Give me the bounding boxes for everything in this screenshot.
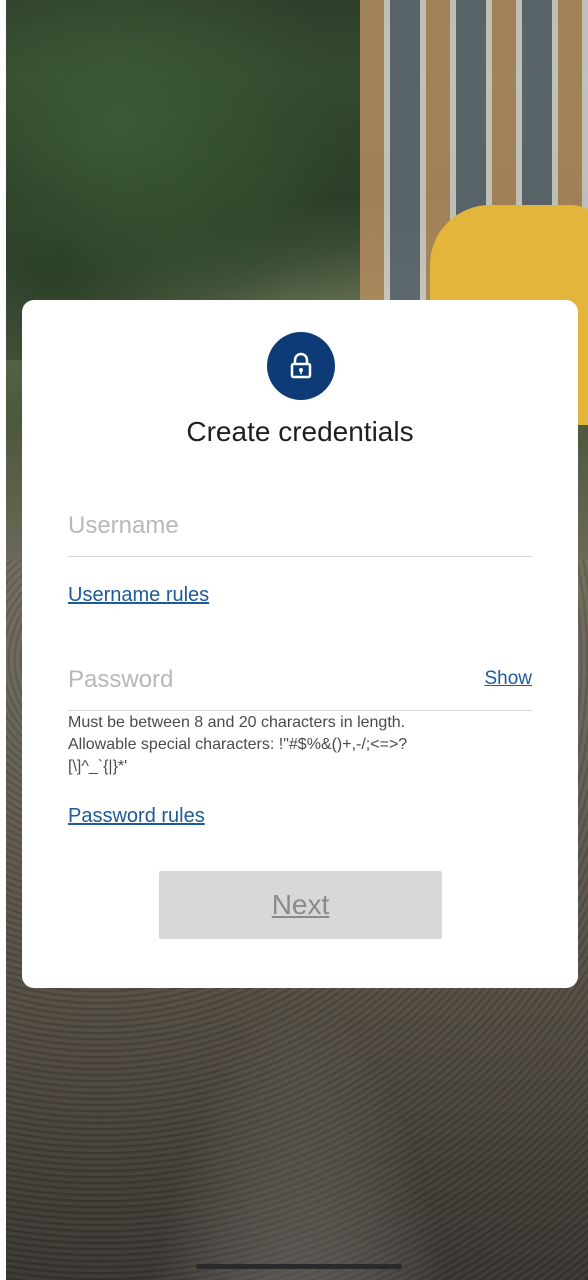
page-title: Create credentials — [186, 416, 414, 447]
lock-icon — [290, 352, 312, 379]
screen-edge — [0, 0, 6, 1280]
credentials-card: Create credentials Username Username rul… — [22, 300, 578, 988]
lock-badge — [267, 332, 335, 400]
show-password-toggle[interactable]: Show — [484, 668, 532, 690]
password-field[interactable]: Password Show — [68, 654, 532, 711]
username-field[interactable]: Username — [68, 500, 532, 557]
next-button[interactable]: Next — [159, 871, 442, 939]
password-hint-line2: Allowable special characters: !"#$%&()+,… — [68, 736, 408, 753]
password-hint-line3: [\]^_`{|}*' — [68, 758, 128, 775]
password-hint-line1: Must be between 8 and 20 characters in l… — [68, 714, 406, 731]
username-rules-link[interactable]: Username rules — [68, 584, 209, 607]
password-placeholder: Password — [68, 666, 174, 693]
username-placeholder: Username — [68, 512, 179, 539]
password-rules-link[interactable]: Password rules — [68, 805, 205, 828]
password-hint: Must be between 8 and 20 characters in l… — [68, 712, 538, 778]
home-indicator — [196, 1264, 402, 1269]
